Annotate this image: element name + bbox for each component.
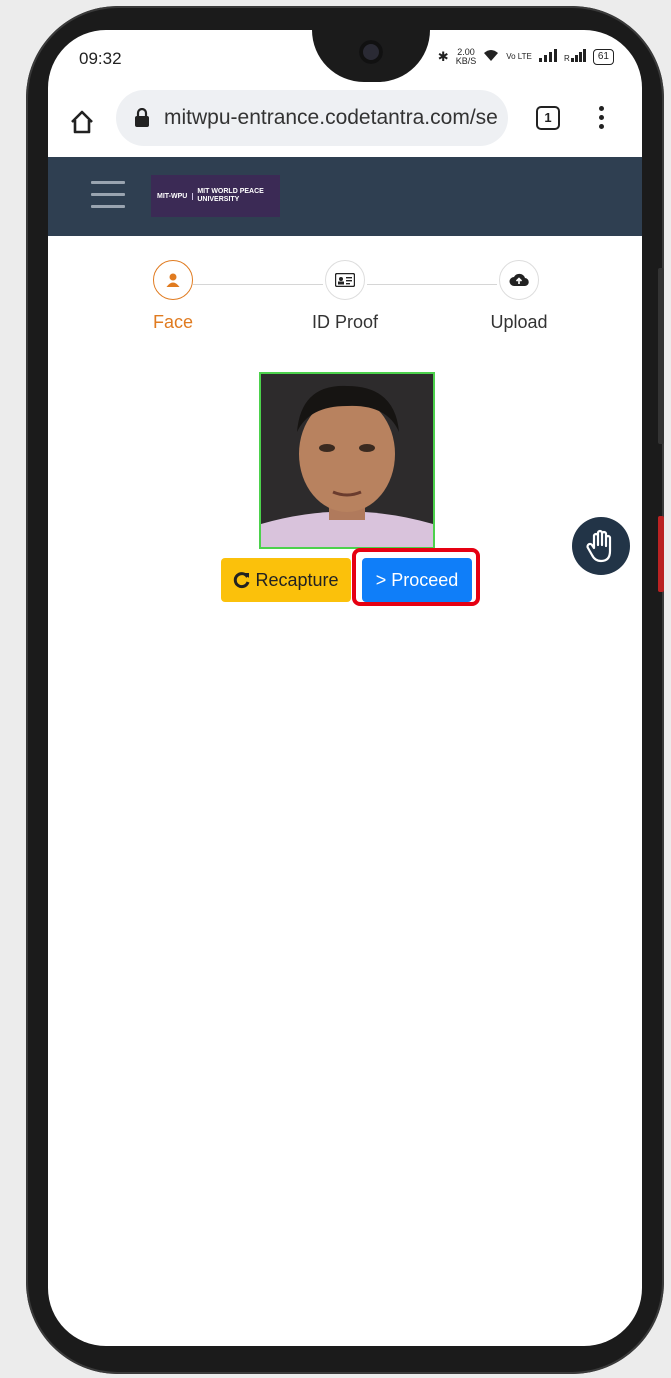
home-icon[interactable] [68,108,96,136]
volte-label: Vo LTE [506,52,532,61]
svg-text:R: R [564,54,570,62]
captured-face-photo [259,372,435,549]
more-menu-icon[interactable] [599,106,605,130]
front-camera [359,40,383,64]
logo-name-line1: MIT WORLD PEACE [197,188,264,195]
user-icon [153,260,193,300]
wifi-icon [483,49,499,65]
recapture-label: Recapture [255,569,339,590]
bluetooth-icon: ✱ [437,49,449,64]
id-card-icon [325,260,365,300]
signal-icon [538,49,557,65]
refresh-icon [234,572,250,589]
step-label: Upload [490,312,548,332]
logo-name-line2: UNIVERSITY [197,196,240,203]
network-speed: 2.00 KB/S [456,48,477,66]
power-button [658,516,664,592]
recapture-button[interactable]: Recapture [221,558,351,602]
address-bar[interactable]: mitwpu-entrance.codetantra.com/se [116,90,508,146]
lock-icon [135,108,149,127]
browser-toolbar: mitwpu-entrance.codetantra.com/se 1 [48,90,642,156]
hand-icon [586,529,612,563]
battery-indicator: 61 [592,49,614,65]
logo-short: MIT-WPU [157,192,194,200]
url-text: mitwpu-entrance.codetantra.com/se [164,106,498,129]
progress-stepper: Face ID Proof Upload [48,256,642,356]
status-icons: ✱ 2.00 KB/S Vo LTE R 61 [438,48,614,66]
tab-switcher-button[interactable]: 1 [536,106,560,130]
step-label: ID Proof [311,312,379,332]
proceed-highlight-box [352,548,480,606]
step-face: Face [113,260,233,333]
cloud-upload-icon [499,260,539,300]
raise-hand-button[interactable] [572,517,630,575]
step-upload: Upload [459,260,579,333]
net-speed-unit: KB/S [455,56,477,66]
signal-roaming-icon: R [564,49,586,65]
app-header: MIT-WPU MIT WORLD PEACE UNIVERSITY [48,157,642,236]
university-logo: MIT-WPU MIT WORLD PEACE UNIVERSITY [151,175,280,217]
status-time: 09:32 [79,49,122,68]
step-id-proof: ID Proof [285,260,405,333]
logo-name: MIT WORLD PEACE UNIVERSITY [197,188,264,204]
hamburger-menu-icon[interactable] [91,181,125,209]
step-label: Face [152,312,194,332]
phone-screen: 09:32 ✱ 2.00 KB/S Vo LTE R 61 mitwpu-ent… [48,30,642,1346]
volume-button [658,268,664,444]
